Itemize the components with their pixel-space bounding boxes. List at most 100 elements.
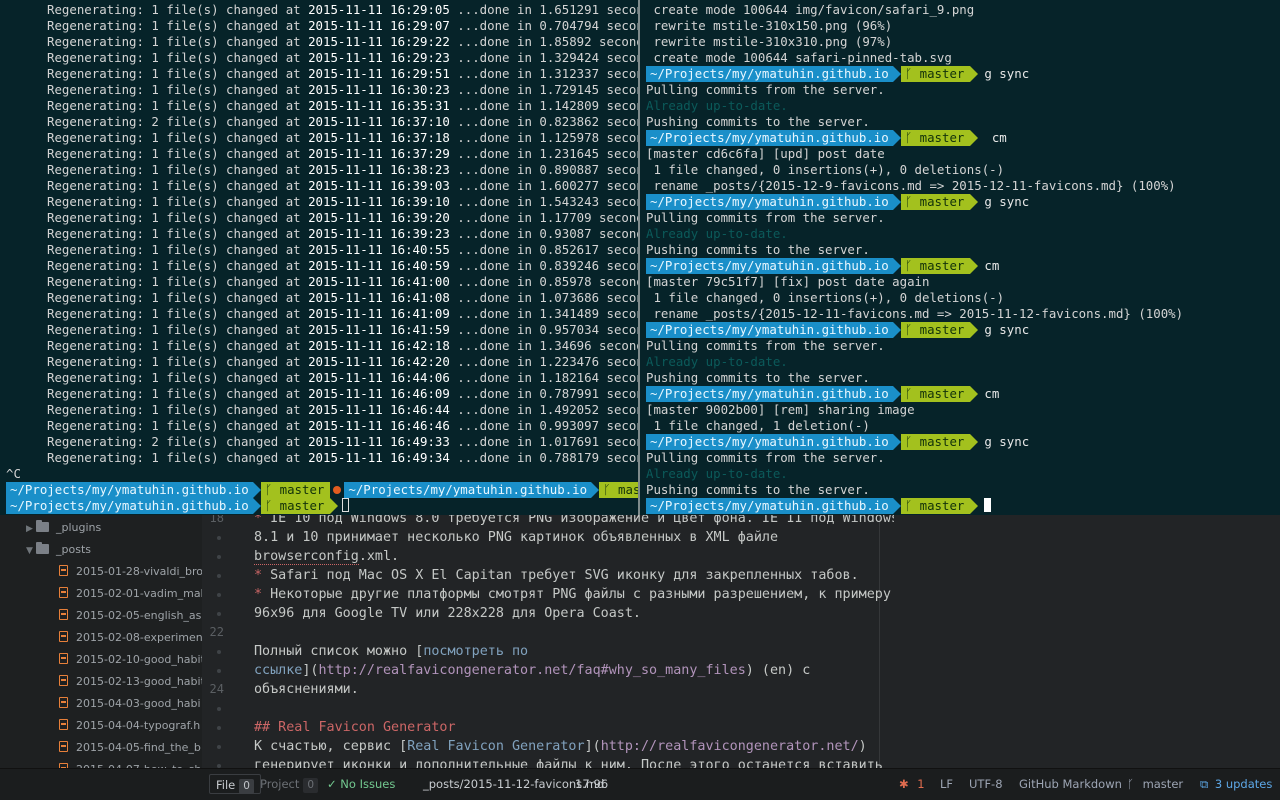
log-suffix: ...done in 1.223476 seconds. — [457, 354, 638, 369]
faint-output-line: Already up-to-date. — [646, 354, 788, 369]
log-timestamp: 2015-11-11 16:29:22 — [308, 34, 450, 49]
tree-file[interactable]: 2015-04-03-good_habi — [59, 693, 201, 715]
log-suffix: ...done in 0.93087 seconds. — [449, 226, 638, 241]
branch-icon: ᚴ — [904, 258, 913, 273]
shell-command: cm — [984, 386, 1000, 401]
code-token: 96x96 для Google TV или 228x228 для Oper… — [254, 606, 641, 621]
code-token: ) — [858, 739, 867, 754]
segment-arrow — [892, 66, 901, 82]
log-timestamp: 2015-11-11 16:37:10 — [308, 114, 450, 129]
terminal-window[interactable]: Regenerating: 1 file(s) changed at 2015-… — [0, 0, 1280, 515]
log-prefix: Regenerating: 1 file(s) changed at — [47, 194, 309, 209]
log-suffix: ...done in 1.142809 seconds. — [457, 98, 638, 113]
prompt-path-segment: ~/Projects/my/ymatuhin.github.io — [646, 130, 893, 146]
branch-label: master — [919, 322, 965, 337]
line-ending-selector[interactable]: LF — [940, 769, 953, 800]
encoding-selector[interactable]: UTF-8 — [969, 769, 1003, 800]
branch-label: master — [919, 434, 965, 449]
terminal-cursor[interactable] — [984, 498, 992, 512]
git-branch[interactable]: ᚴ master — [1127, 769, 1183, 800]
prompt-branch-segment: ᚴ master — [260, 482, 331, 498]
soft-wrap-marker — [217, 745, 221, 749]
log-line: Regenerating: 1 file(s) changed at 2015-… — [47, 242, 638, 258]
prompt-branch-segment: ᚴ master — [900, 322, 971, 338]
log-prefix: Regenerating: 1 file(s) changed at — [47, 354, 309, 369]
prompt-path-segment: ~/Projects/my/ymatuhin.github.io — [6, 482, 253, 498]
terminal-pane-right[interactable]: create mode 100644 img/favicon/safari_9.… — [640, 0, 1280, 515]
cursor-position[interactable]: 17:96 — [575, 769, 608, 800]
line-number: 18 — [209, 515, 224, 525]
segment-arrow — [892, 322, 901, 338]
prompt-branch-segment: ᚴ master — [900, 498, 971, 514]
grammar-selector[interactable]: GitHub Markdown — [1019, 769, 1122, 800]
tree-file[interactable]: 2015-02-13-good_habit — [59, 671, 202, 693]
branch-icon: ᚴ — [264, 498, 273, 513]
segment-arrow — [970, 386, 979, 402]
markdown-editor[interactable]: * IE 10 под Windows 8.0 требуется PNG из… — [254, 515, 894, 768]
code-token: ]( — [302, 663, 319, 678]
log-line: Regenerating: 1 file(s) changed at 2015-… — [47, 146, 638, 162]
log-timestamp: 2015-11-11 16:41:59 — [308, 322, 450, 337]
terminal-cursor[interactable] — [342, 498, 350, 512]
soft-wrap-marker — [217, 707, 221, 711]
log-suffix: ...done in 1.17709 seconds. — [449, 210, 638, 225]
log-prefix: Regenerating: 1 file(s) changed at — [47, 274, 309, 289]
branch-label: master — [919, 386, 965, 401]
package-updates[interactable]: ⧉ 3 updates — [1200, 769, 1272, 800]
segment-arrow — [252, 482, 261, 498]
interrupt-signal: ^C — [6, 466, 21, 481]
soft-wrap-marker — [217, 612, 221, 616]
chevron-down-icon[interactable]: ▼ — [26, 540, 36, 562]
log-line: Regenerating: 1 file(s) changed at 2015-… — [47, 370, 638, 386]
log-timestamp: 2015-11-11 16:41:09 — [308, 306, 450, 321]
code-line: К счастью, сервис [Real Favicon Generato… — [254, 737, 867, 756]
tree-file[interactable]: 2015-02-01-vadim_mak — [59, 583, 202, 605]
terminal-pane-left[interactable]: Regenerating: 1 file(s) changed at 2015-… — [0, 0, 638, 515]
tree-file[interactable]: 2015-04-07-how_to_sh — [59, 759, 201, 768]
soft-wrap-marker — [217, 574, 221, 578]
soft-wrap-marker — [217, 650, 221, 654]
log-timestamp: 2015-11-11 16:39:03 — [308, 178, 450, 193]
chevron-right-icon[interactable]: ▶ — [26, 518, 36, 540]
branch-icon: ᚴ — [904, 386, 913, 401]
log-suffix: ...done in 1.492052 seconds. — [457, 402, 638, 417]
tree-file[interactable]: 2015-02-10-good_habit — [59, 649, 202, 671]
faint-output-line: Already up-to-date. — [646, 226, 788, 241]
log-suffix: ...done in 1.341489 seconds. — [457, 306, 638, 321]
faint-output-line: Already up-to-date. — [646, 466, 788, 481]
tree-view[interactable]: ▶ _plugins ▼ _posts 2015-01-28-vivaldi_brow 2… — [0, 515, 202, 768]
output-line: Pushing commits to the server. — [646, 114, 870, 129]
code-token: .xml. — [358, 549, 400, 564]
tree-folder[interactable]: ▶ _plugins — [26, 517, 101, 539]
log-suffix: ...done in 0.993097 seconds. — [457, 418, 638, 433]
branch-icon: ᚴ — [904, 130, 913, 145]
code-line: объяснениями. — [254, 680, 359, 699]
bug-indicator[interactable]: ✱ 1 — [899, 769, 925, 800]
code-line: browserconfig.xml. — [254, 547, 399, 566]
tree-file[interactable]: 2015-04-04-typograf.h — [59, 715, 200, 737]
lint-status[interactable]: ✓ No Issues — [327, 769, 395, 800]
tree-file[interactable]: 2015-02-05-english_as — [59, 605, 201, 627]
log-suffix: ...done in 1.729145 seconds. — [457, 82, 638, 97]
output-line: rename _posts/{2015-12-9-favicons.md => … — [646, 178, 1176, 193]
tree-file[interactable]: 2015-01-28-vivaldi_brow — [59, 561, 202, 583]
code-line: Полный список можно [посмотреть по — [254, 642, 528, 661]
project-lint-tab[interactable]: Project 0 — [254, 774, 324, 794]
tree-item-label: 2015-04-04-typograf.h — [76, 719, 201, 732]
branch-label: master — [279, 482, 325, 497]
tree-file[interactable]: 2015-02-08-experimen — [59, 627, 202, 649]
html-file-icon — [59, 675, 68, 686]
branch-label: master — [919, 498, 965, 513]
log-line: Regenerating: 1 file(s) changed at 2015-… — [47, 226, 638, 242]
tree-item-label: 2015-02-13-good_habit — [76, 675, 202, 688]
branch-icon: ᚴ — [904, 194, 913, 209]
log-line: Regenerating: 1 file(s) changed at 2015-… — [47, 66, 638, 82]
soft-wrap-marker — [217, 669, 221, 673]
log-line: Regenerating: 1 file(s) changed at 2015-… — [47, 402, 638, 418]
tree-file[interactable]: 2015-04-05-find_the_b — [59, 737, 201, 759]
line-number-gutter: 18 22 24 — [202, 515, 244, 768]
tree-folder[interactable]: ▼ _posts — [26, 539, 91, 561]
output-line: rewrite mstile-310x150.png (96%) — [646, 18, 893, 33]
log-suffix: ...done in 0.823862 seconds. — [457, 114, 638, 129]
tree-item-label: _plugins — [56, 521, 102, 534]
